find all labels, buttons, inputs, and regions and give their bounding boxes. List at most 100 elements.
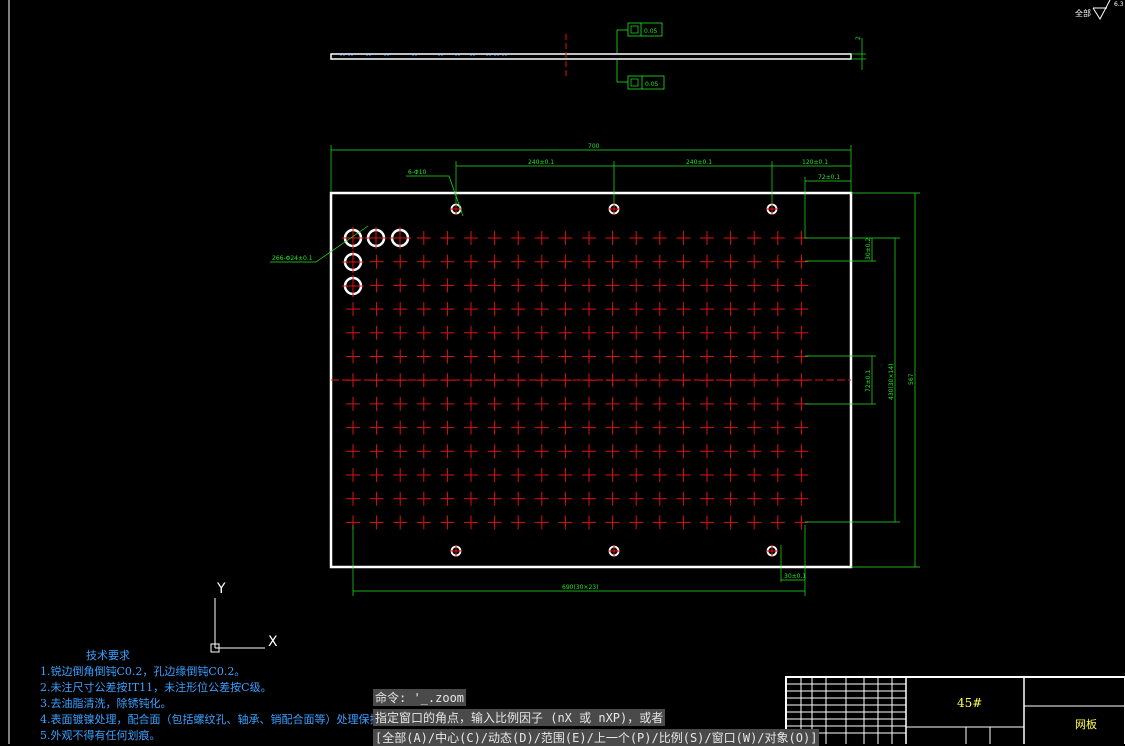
hole-center-mark [676, 491, 691, 506]
tech-req-line: 4.表面镀镍处理，配合面（包括螺纹孔、轴承、销配合面等）处理保护。 [40, 713, 392, 726]
hole-center-mark [487, 254, 502, 269]
hole-center-mark [723, 373, 738, 388]
hole-center-mark [700, 515, 714, 530]
hole-center-mark [511, 396, 526, 411]
hole-center-mark [534, 254, 549, 269]
hole-center-mark [416, 302, 431, 317]
hole-center-mark [700, 278, 714, 293]
cad-drawing-canvas[interactable]: 2 0.05 0.05 全部 6.3 700 240±0.1 240±0.1 1… [0, 0, 1125, 744]
hole-center-mark [440, 444, 455, 459]
hole-center-mark [440, 325, 455, 340]
hole-center-mark [582, 373, 596, 388]
hole-center-mark [700, 231, 714, 245]
hole-center-mark [676, 468, 691, 482]
hole-center-mark [676, 325, 691, 340]
hole-center-mark [676, 444, 691, 459]
hole-center-mark [464, 302, 478, 317]
dim-right-430: 430(30×14) [888, 364, 895, 400]
hole-center-mark [770, 302, 785, 317]
hole-center-mark [487, 468, 502, 482]
hole-center-mark [747, 444, 762, 459]
hole-center-mark [558, 349, 573, 364]
hole-center-mark [582, 444, 596, 459]
hole-center-mark [676, 420, 691, 435]
hole-center-mark [747, 325, 762, 340]
hole-center-mark [652, 231, 667, 245]
hole-center-mark [558, 396, 573, 411]
hole-center-mark [770, 420, 785, 435]
hole-center-mark [393, 349, 408, 364]
hole-center-mark [464, 373, 478, 388]
large-hole [342, 251, 364, 273]
hole-center-mark [723, 468, 738, 482]
mounting-hole [766, 545, 778, 557]
hole-center-mark [511, 373, 526, 388]
hole-center-mark [747, 396, 762, 411]
hole-center-mark [700, 491, 714, 506]
hole-center-mark [511, 254, 526, 269]
hole-center-mark [487, 278, 502, 293]
hole-center-mark [440, 396, 455, 411]
hole-center-mark [464, 396, 478, 411]
large-hole [389, 227, 411, 249]
hole-center-mark [794, 468, 809, 482]
hole-center-mark [440, 231, 455, 245]
hole-center-mark [464, 515, 478, 530]
hole-center-mark [794, 325, 809, 340]
hole-center-mark [652, 349, 667, 364]
hole-center-mark [629, 515, 644, 530]
hole-center-mark [723, 325, 738, 340]
hole-center-mark [629, 254, 644, 269]
hole-center-mark [582, 515, 596, 530]
hole-center-mark [487, 491, 502, 506]
hole-center-mark [393, 420, 408, 435]
hole-center-mark [700, 468, 714, 482]
ucs-icon: Y X [210, 581, 278, 653]
flatness-symbol-icon [630, 25, 639, 34]
hole-center-mark [582, 325, 596, 340]
hole-center-mark [700, 420, 714, 435]
hole-center-mark [346, 325, 360, 340]
hole-center-mark [558, 231, 573, 245]
hole-center-mark [747, 491, 762, 506]
hole-center-mark [393, 515, 408, 530]
hole-center-mark [416, 231, 431, 245]
hole-center-mark [487, 302, 502, 317]
hole-center-mark [605, 444, 620, 459]
hole-center-mark [487, 420, 502, 435]
hole-center-mark [770, 231, 785, 245]
hole-center-mark [558, 420, 573, 435]
command-options[interactable]: [全部(A)/中心(C)/动态(D)/范围(E)/上一个(P)/比例(S)/窗口… [373, 729, 820, 746]
hole-center-mark [393, 468, 408, 482]
hole-center-mark [511, 325, 526, 340]
hole-center-mark [629, 278, 644, 293]
tech-req-line: 2.未注尺寸公差按IT11，未注形位公差按C级。 [40, 681, 272, 694]
hole-center-mark [534, 515, 549, 530]
dim-side-thickness: 2 [855, 36, 862, 40]
hole-center-mark [416, 254, 431, 269]
hole-center-mark [605, 420, 620, 435]
hole-center-mark [558, 515, 573, 530]
hole-center-mark [464, 349, 478, 364]
hole-center-mark [700, 373, 714, 388]
hole-center-mark [487, 396, 502, 411]
hole-center-mark [393, 373, 408, 388]
hole-center-mark [700, 325, 714, 340]
tech-req-line: 1.锐边倒角倒钝C0.2，孔边缘倒钝C0.2。 [40, 665, 246, 678]
large-hole [342, 227, 364, 249]
hole-center-mark [652, 444, 667, 459]
hole-center-mark [747, 231, 762, 245]
hole-center-mark [723, 396, 738, 411]
hole-center-mark [794, 491, 809, 506]
hole-center-mark [723, 515, 738, 530]
surface-roughness-symbol: 全部 6.3 [1075, 0, 1124, 20]
hole-center-mark [747, 373, 762, 388]
hole-center-mark [676, 373, 691, 388]
dim-right-30: 30±0.2 [865, 238, 872, 260]
hole-center-mark [629, 468, 644, 482]
hole-center-mark [558, 444, 573, 459]
hole-center-mark [511, 231, 526, 245]
hole-center-mark [487, 444, 502, 459]
hole-center-mark [464, 468, 478, 482]
hole-center-mark [723, 349, 738, 364]
